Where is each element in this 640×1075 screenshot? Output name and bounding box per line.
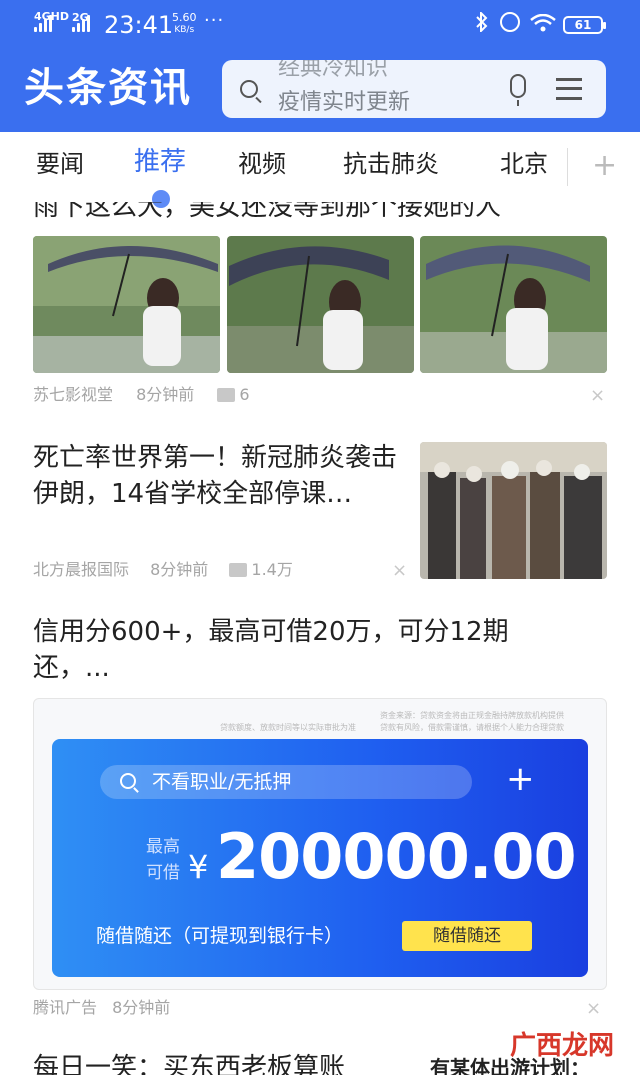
dismiss-article-button[interactable]: × bbox=[590, 386, 605, 406]
article-meta: 腾讯广告 8分钟前 bbox=[33, 998, 170, 1018]
scan-icon[interactable] bbox=[556, 76, 582, 102]
tab-yaowen[interactable]: 要闻 bbox=[36, 148, 84, 180]
ad-label-max: 最高 bbox=[146, 837, 180, 857]
ad-label-borrow: 可借 bbox=[146, 863, 180, 883]
article-meta: 苏七影视堂 8分钟前 6 bbox=[33, 385, 250, 405]
microphone-icon[interactable] bbox=[510, 74, 526, 106]
article-image[interactable] bbox=[420, 236, 607, 373]
ad-fine-print: 贷款额度、放款时间等以实际审批为准 bbox=[220, 723, 356, 732]
article-source: 北方晨报国际 bbox=[33, 560, 130, 579]
network-speed: 5.60 KB/s bbox=[172, 12, 197, 36]
ad-banner[interactable]: 资金来源：贷款资金将由正规金融持牌放款机构提供 贷款额度、放款时间等以实际审批为… bbox=[33, 698, 607, 990]
tab-tuijian[interactable]: 推荐 bbox=[134, 146, 186, 178]
alarm-icon bbox=[500, 12, 520, 32]
plus-icon: + bbox=[506, 759, 535, 799]
search-hint: 疫情实时更新 bbox=[278, 90, 411, 115]
ad-note: 随借随还（可提现到银行卡） bbox=[96, 925, 344, 947]
article-title[interactable]: 每日一笑：买东西老板算账 bbox=[33, 1050, 345, 1075]
wifi-icon bbox=[530, 13, 556, 32]
ad-search-box: 不看职业/无抵押 bbox=[100, 765, 472, 799]
comment-icon bbox=[217, 388, 236, 402]
tab-divider bbox=[567, 148, 568, 186]
ad-source: 腾讯广告 bbox=[33, 998, 98, 1017]
article-time: 8分钟前 bbox=[112, 998, 171, 1017]
more-notifications-icon: ··· bbox=[204, 10, 225, 31]
dismiss-article-button[interactable]: × bbox=[586, 999, 601, 1019]
clock: 23:41 bbox=[104, 11, 174, 39]
ad-fine-print: 资金来源：贷款资金将由正规金融持牌放款机构提供 bbox=[380, 711, 564, 720]
speed-unit: KB/s bbox=[174, 25, 195, 35]
add-channel-button[interactable]: + bbox=[592, 148, 617, 184]
battery-icon: 61 bbox=[563, 16, 606, 34]
ad-search-text: 不看职业/无抵押 bbox=[152, 771, 292, 793]
search-icon bbox=[240, 80, 258, 98]
search-bar[interactable]: 经典冷知识 疫情实时更新 bbox=[222, 60, 606, 118]
article-source: 苏七影视堂 bbox=[33, 385, 114, 404]
ad-title[interactable]: 信用分600+，最高可借20万，可分12期还，... bbox=[33, 614, 573, 686]
article-image[interactable] bbox=[420, 442, 607, 579]
watermark-logo: 广西龙网 bbox=[510, 1031, 615, 1061]
ad-amount: 200000.00 bbox=[216, 820, 577, 893]
signal-strength-icon bbox=[34, 14, 56, 32]
article-meta: 北方晨报国际 8分钟前 1.4万 bbox=[33, 560, 293, 580]
signal-strength-icon-2 bbox=[72, 14, 94, 32]
tab-beijing[interactable]: 北京 bbox=[500, 148, 548, 180]
tab-kangji-feiyan[interactable]: 抗击肺炎 bbox=[343, 148, 439, 180]
channel-tabs: 要闻 推荐 视频 抗击肺炎 北京 bbox=[0, 132, 640, 202]
article-time: 8分钟前 bbox=[150, 560, 209, 579]
search-hint-previous: 经典冷知识 bbox=[278, 60, 389, 81]
ad-cta-button[interactable]: 随借随还 bbox=[402, 921, 532, 951]
app-header: 4GHD 2G 23:41 5.60 KB/s ··· 61 头条资讯 经典冷知… bbox=[0, 0, 640, 132]
currency-symbol: ¥ bbox=[188, 848, 209, 886]
bluetooth-icon bbox=[476, 10, 488, 37]
comment-count: 6 bbox=[239, 385, 250, 404]
article-image[interactable] bbox=[227, 236, 414, 373]
article-title[interactable]: 雨下这么大，美女还没等到那个接她的人 bbox=[33, 202, 501, 222]
tab-shipin[interactable]: 视频 bbox=[238, 148, 286, 180]
article-time: 8分钟前 bbox=[136, 385, 195, 404]
article-image[interactable] bbox=[33, 236, 220, 373]
app-brand-title: 头条资讯 bbox=[24, 65, 192, 111]
article-title[interactable]: 死亡率世界第一！新冠肺炎袭击伊朗，14省学校全部停课… bbox=[33, 440, 405, 512]
dismiss-article-button[interactable]: × bbox=[392, 561, 407, 581]
ad-fine-print: 贷款有风险，借款需谨慎，请根据个人能力合理贷款 bbox=[380, 723, 564, 732]
news-feed[interactable]: 雨下这么大，美女还没等到那个接她的人 苏七影视堂 8分钟前 6 × 死亡率世界第… bbox=[0, 202, 640, 1075]
speed-value: 5.60 bbox=[172, 11, 197, 24]
search-icon bbox=[120, 773, 136, 789]
comment-count: 1.4万 bbox=[251, 560, 293, 579]
ad-creative: 不看职业/无抵押 + 最高 可借 ¥ 200000.00 随借随还（可提现到银行… bbox=[52, 739, 588, 977]
status-bar: 4GHD 2G 23:41 5.60 KB/s ··· 61 bbox=[0, 0, 640, 50]
comment-icon bbox=[229, 563, 248, 577]
